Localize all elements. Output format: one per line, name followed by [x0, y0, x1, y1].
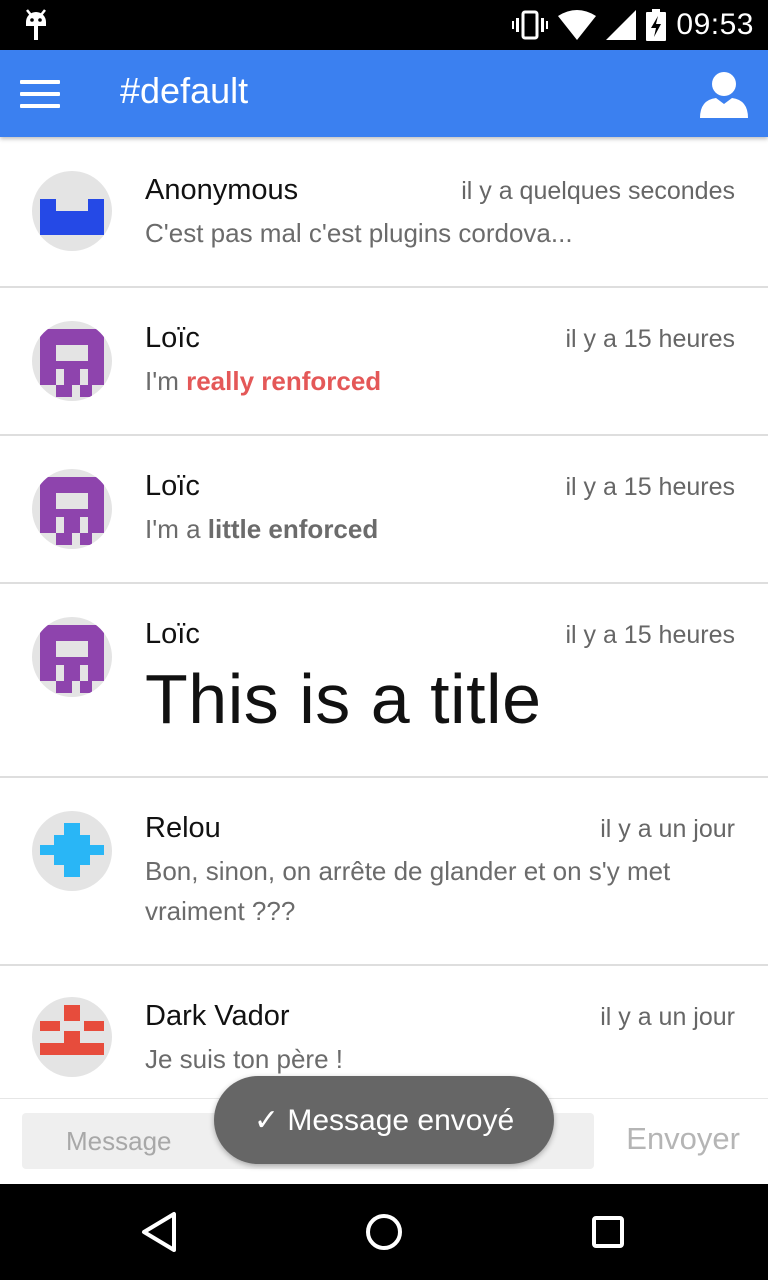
message-item[interactable]: Anonymous il y a quelques secondes C'est… — [0, 138, 768, 288]
message-time: il y a 15 heures — [565, 621, 735, 649]
message-time: il y a un jour — [600, 815, 735, 843]
message-item[interactable]: Relou il y a un jour Bon, sinon, on arrê… — [0, 778, 768, 966]
message-text: C'est pas mal c'est plugins cordova... — [145, 218, 573, 248]
avatar — [32, 469, 112, 549]
message-time: il y a un jour — [600, 1003, 735, 1031]
avatar — [32, 321, 112, 401]
message-time: il y a 15 heures — [565, 325, 735, 353]
message-text: Bon, sinon, on arrête de glander et on s… — [145, 856, 671, 926]
avatar — [32, 811, 112, 891]
send-button[interactable]: Envoyer — [626, 1121, 740, 1157]
avatar — [32, 617, 112, 697]
hamburger-menu-icon[interactable] — [20, 78, 60, 110]
message-time: il y a quelques secondes — [461, 177, 735, 205]
message-text: Je suis ton père ! — [145, 1044, 343, 1074]
message-author: Dark Vador — [145, 1000, 290, 1032]
battery-charging-icon — [646, 9, 667, 41]
user-profile-icon[interactable] — [698, 68, 750, 120]
message-item[interactable]: Loïc il y a 15 heures This is a title — [0, 584, 768, 778]
message-text: I'm really renforced — [145, 366, 382, 396]
message-title: This is a title — [145, 660, 542, 738]
status-bar: 09:53 — [0, 0, 768, 50]
channel-title: #default — [120, 70, 249, 111]
navigation-bar — [0, 1184, 768, 1280]
message-time: il y a 15 heures — [565, 473, 735, 501]
avatar — [32, 171, 112, 251]
wifi-icon — [558, 10, 597, 40]
message-item[interactable]: Loïc il y a 15 heures I'm a little enfor… — [0, 436, 768, 584]
message-text: I'm a little enforced — [145, 514, 379, 544]
cell-signal-icon — [606, 10, 637, 40]
recents-icon[interactable] — [584, 1208, 632, 1256]
app-bar: #default — [0, 50, 768, 137]
message-author: Loïc — [145, 322, 200, 354]
vibrate-icon — [512, 10, 549, 40]
message-list[interactable]: Anonymous il y a quelques secondes C'est… — [0, 138, 768, 1098]
message-author: Anonymous — [145, 174, 299, 206]
message-item[interactable]: Loïc il y a 15 heures I'm really renforc… — [0, 288, 768, 436]
status-time: 09:53 — [676, 8, 754, 41]
message-author: Loïc — [145, 618, 200, 650]
message-author: Relou — [145, 812, 221, 844]
avatar — [32, 997, 112, 1077]
bold-text: little enforced — [207, 514, 379, 544]
back-icon[interactable] — [136, 1208, 184, 1256]
home-icon[interactable] — [360, 1208, 408, 1256]
message-author: Loïc — [145, 470, 200, 502]
highlight-text: really renforced — [186, 366, 382, 396]
toast-notification: ✓ Message envoyé — [214, 1076, 554, 1164]
android-debug-icon — [26, 9, 46, 40]
